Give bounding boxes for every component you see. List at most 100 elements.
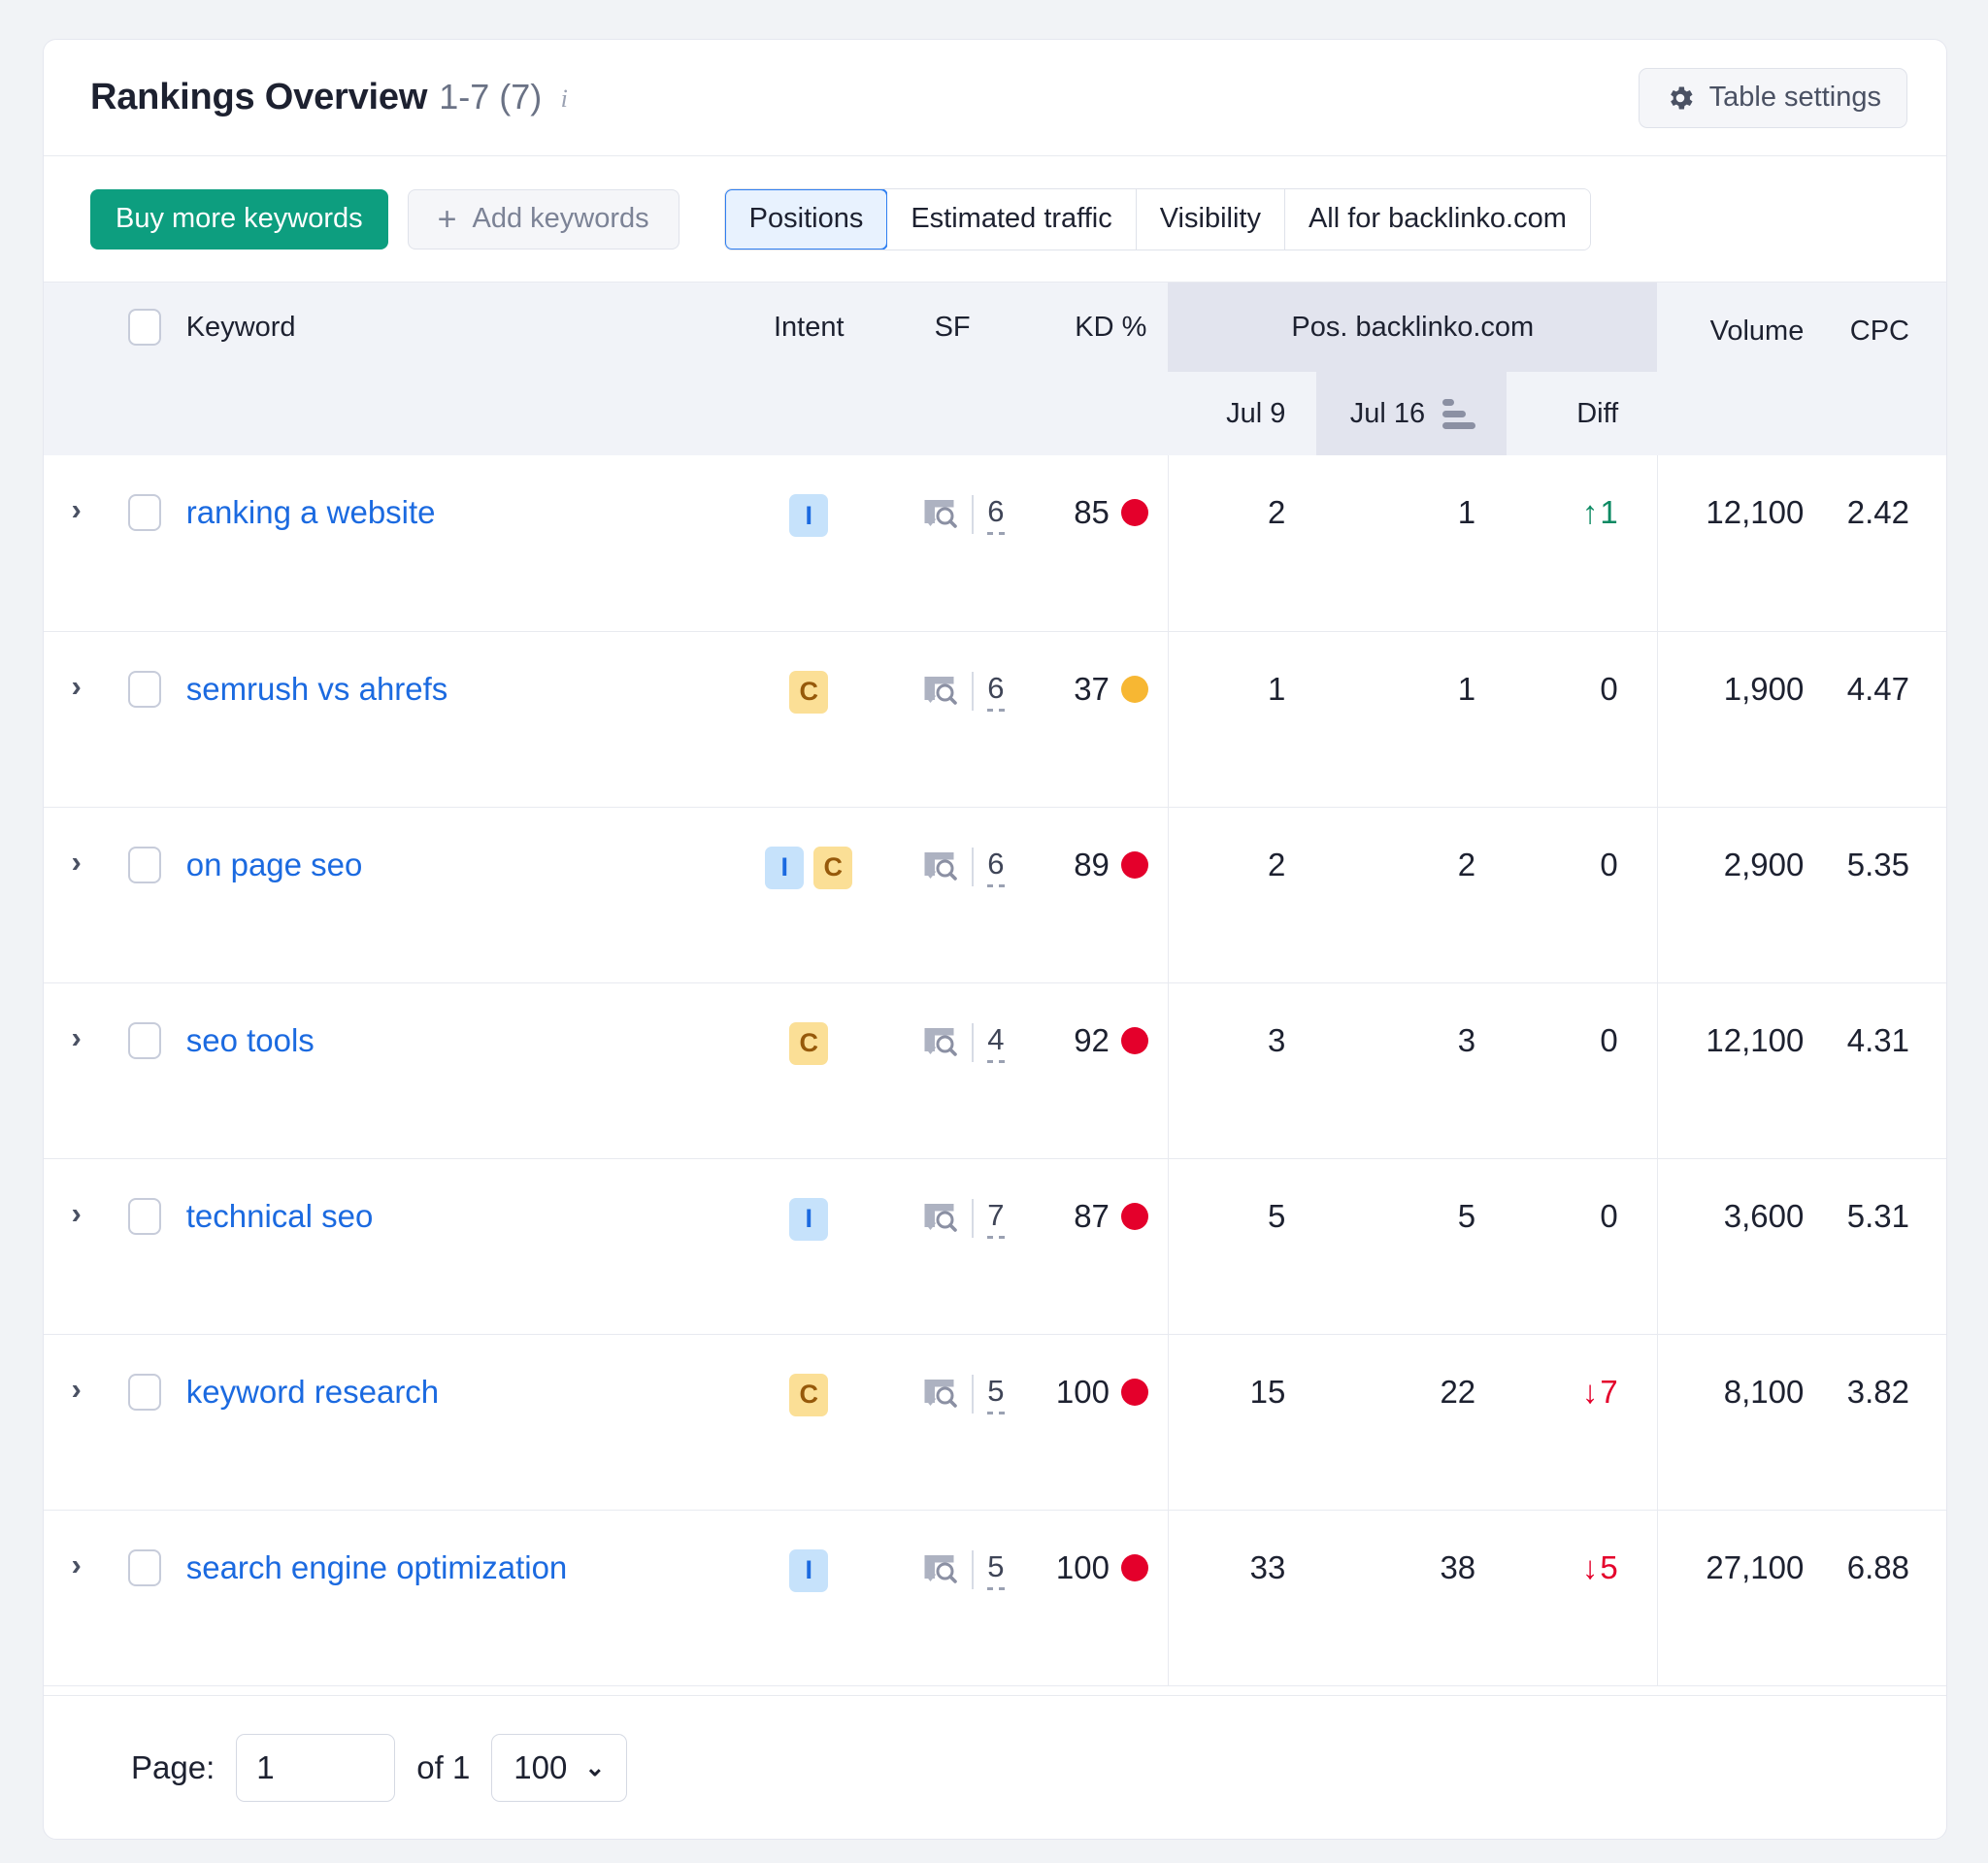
keyword-link[interactable]: seo tools [181,1022,315,1059]
rows-per-page-select[interactable]: 100 ⌄ [491,1734,627,1802]
expand-row-chevron-icon[interactable]: › [44,671,109,701]
table-row[interactable]: ›semrush vs ahrefsC6371101,9004.47 [44,631,1946,807]
header-date-jul9[interactable]: Jul 9 [1168,372,1316,455]
table-row[interactable]: ›keyword researchC51001522↓78,1003.82 [44,1334,1946,1510]
keyword-link[interactable]: on page seo [181,847,363,883]
intent-badge-c[interactable]: C [813,847,852,889]
intent-badge-c[interactable]: C [789,1374,828,1416]
sf-divider [972,848,974,886]
row-checkbox[interactable] [128,1022,161,1059]
table-row[interactable]: ›seo toolsC49233012,1004.31 [44,982,1946,1158]
keyword-link[interactable]: search engine optimization [181,1549,568,1586]
row-checkbox-cell[interactable] [109,455,180,631]
kd-value: 89 [1074,847,1110,883]
row-expand-cell[interactable]: › [44,1334,109,1510]
row-intent-cell: I [735,1510,883,1685]
row-expand-cell[interactable]: › [44,807,109,982]
row-intent-cell: I [735,1158,883,1334]
table-row[interactable]: ›search engine optimizationI51003338↓527… [44,1510,1946,1685]
intent-badge-c[interactable]: C [789,671,828,714]
header-sub-spacer-2 [109,372,180,455]
header-keyword[interactable]: Keyword [181,283,735,372]
add-keywords-button[interactable]: + Add keywords [408,189,679,250]
expand-row-chevron-icon[interactable]: › [44,1549,109,1580]
header-date-jul16[interactable]: Jul 16 [1316,372,1507,455]
page-number-input[interactable] [236,1734,395,1802]
keyword-link[interactable]: ranking a website [181,494,436,531]
tab-estimated-traffic[interactable]: Estimated traffic [887,189,1136,250]
row-checkbox-cell[interactable] [109,1158,180,1334]
sf-value[interactable]: 6 [987,494,1004,535]
row-pos-date1-cell: 2 [1168,807,1316,982]
row-checkbox[interactable] [128,494,161,531]
row-pos-date2-cell: 22 [1316,1334,1507,1510]
row-pos-date1-cell: 15 [1168,1334,1316,1510]
intent-badge-i[interactable]: I [765,847,804,889]
intent-badge-i[interactable]: I [789,1549,828,1592]
expand-row-chevron-icon[interactable]: › [44,1022,109,1052]
header-kd[interactable]: KD % [1022,283,1169,372]
toolbar: Buy more keywords + Add keywords Positio… [44,156,1946,283]
sort-descending-icon [1442,399,1475,429]
table-settings-button[interactable]: Table settings [1639,68,1907,128]
intent-badge-i[interactable]: I [789,1198,828,1241]
expand-row-chevron-icon[interactable]: › [44,1374,109,1404]
row-checkbox-cell[interactable] [109,1334,180,1510]
row-expand-cell[interactable]: › [44,982,109,1158]
header-sf[interactable]: SF [883,283,1022,372]
row-expand-cell[interactable]: › [44,1510,109,1685]
table-row[interactable]: ›on page seoIC6892202,9005.35 [44,807,1946,982]
row-expand-cell[interactable]: › [44,631,109,807]
row-sf-cell: 7 [883,1158,1022,1334]
sf-value[interactable]: 5 [987,1374,1004,1414]
header-volume[interactable]: Volume [1657,283,1815,455]
chevron-down-icon: ⌄ [584,1753,605,1782]
row-diff-cell: ↓5 [1507,1510,1657,1685]
intent-badge-c[interactable]: C [789,1022,828,1065]
row-sf-cell: 4 [883,982,1022,1158]
buy-more-keywords-button[interactable]: Buy more keywords [90,189,388,250]
tab-positions[interactable]: Positions [724,188,889,250]
row-checkbox[interactable] [128,1374,161,1411]
row-checkbox-cell[interactable] [109,631,180,807]
kd-value: 85 [1074,494,1110,531]
tab-visibility[interactable]: Visibility [1137,189,1285,250]
header-cpc[interactable]: CPC [1815,283,1946,455]
plus-icon: + [438,203,457,236]
row-checkbox-cell[interactable] [109,807,180,982]
row-checkbox[interactable] [128,671,161,708]
select-all-checkbox[interactable] [128,309,161,346]
info-icon[interactable]: i [553,88,575,110]
row-checkbox[interactable] [128,847,161,883]
sf-value[interactable]: 4 [987,1022,1004,1063]
table-row[interactable]: ›technical seoI7875503,6005.31 [44,1158,1946,1334]
sf-value[interactable]: 6 [987,847,1004,887]
expand-row-chevron-icon[interactable]: › [44,1198,109,1228]
keyword-link[interactable]: semrush vs ahrefs [181,671,448,708]
header-diff[interactable]: Diff [1507,372,1657,455]
table-row[interactable]: ›ranking a websiteI68521↑112,1002.42 [44,455,1946,631]
row-volume-cell: 2,900 [1657,807,1815,982]
expand-row-chevron-icon[interactable]: › [44,494,109,524]
card-header: Rankings Overview 1-7 (7) i Table settin… [44,40,1946,156]
row-sf-cell: 6 [883,807,1022,982]
row-checkbox[interactable] [128,1198,161,1235]
row-cpc-cell: 4.47 [1815,631,1946,807]
intent-badge-i[interactable]: I [789,494,828,537]
sf-value[interactable]: 5 [987,1549,1004,1590]
row-checkbox-cell[interactable] [109,1510,180,1685]
kd-difficulty-dot-icon [1121,1203,1148,1230]
row-expand-cell[interactable]: › [44,1158,109,1334]
row-volume-cell: 12,100 [1657,982,1815,1158]
row-checkbox-cell[interactable] [109,982,180,1158]
keyword-link[interactable]: technical seo [181,1198,374,1235]
row-expand-cell[interactable]: › [44,455,109,631]
sf-value[interactable]: 7 [987,1198,1004,1239]
keyword-link[interactable]: keyword research [181,1374,439,1411]
sf-value[interactable]: 6 [987,671,1004,712]
row-checkbox[interactable] [128,1549,161,1586]
expand-row-chevron-icon[interactable]: › [44,847,109,877]
tab-all-for-domain[interactable]: All for backlinko.com [1285,189,1590,250]
header-intent[interactable]: Intent [735,283,883,372]
pagination-bar: Page: of 1 100 ⌄ [44,1695,1946,1839]
